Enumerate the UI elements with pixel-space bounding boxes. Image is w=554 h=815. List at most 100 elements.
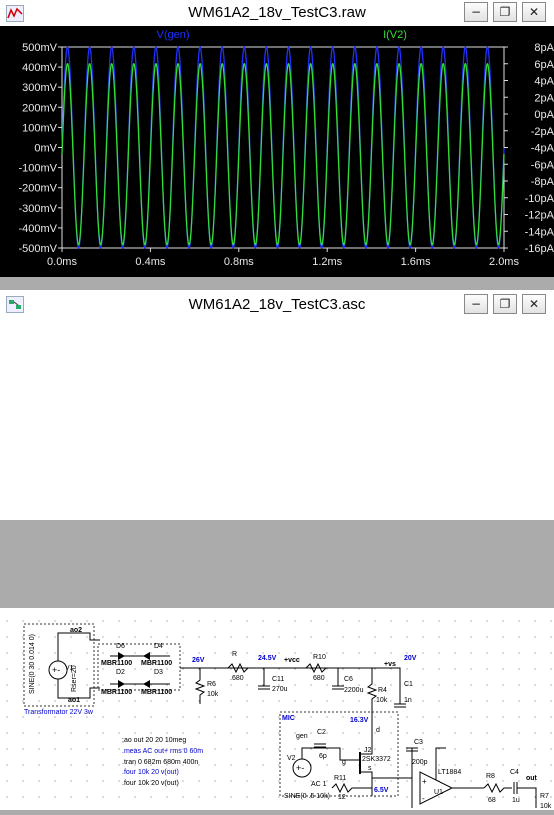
waveform-plot-area[interactable]: 500mV 400mV 300mV 200mV 100mV 0mV -100mV -200mV… — [0, 26, 554, 277]
x-tick-label: 0.8ms — [224, 256, 254, 268]
close-button[interactable]: ✕ — [522, 2, 546, 22]
v2-plus-minus: +- — [296, 763, 304, 773]
c2-value: 6p — [319, 753, 327, 760]
v1-value: SINE(0 30 0.014 0) — [29, 634, 36, 694]
x-tick-label: 2.0ms — [489, 256, 519, 268]
y-left-tick-label: -300mV — [18, 203, 57, 215]
y-left-tick-label: 500mV — [22, 42, 58, 54]
opamp-minus: - — [422, 794, 425, 803]
y-right-tick-label: -12pA — [525, 210, 554, 222]
y-right-tick-label: 8pA — [534, 42, 554, 54]
minimize-icon: − — [470, 297, 482, 311]
schematic-window-titlebar[interactable]: WM61A2_18v_TestC3.asc − ❐ ✕ — [0, 290, 554, 318]
c6-value: 2200u — [344, 687, 364, 694]
y-right-tick-label: -8pA — [531, 176, 554, 188]
jfet-drain: d — [376, 727, 380, 734]
x-tick-label: 1.6ms — [401, 256, 431, 268]
y-left-tick-label: 300mV — [22, 82, 58, 94]
y-left-tick-label: -400mV — [18, 223, 57, 235]
c1-name: C1 — [404, 681, 413, 688]
diode-d4-symbol[interactable] — [143, 652, 150, 660]
directive-0[interactable]: ;ao out 20 20 10meg — [122, 737, 186, 744]
directive-3[interactable]: .four 10k 20 v(out) — [122, 769, 179, 776]
r11-value: 12 — [338, 794, 346, 801]
minimize-button[interactable]: − — [464, 2, 488, 22]
r11-symbol[interactable] — [331, 782, 372, 794]
r8-symbol[interactable] — [483, 782, 512, 794]
restore-icon: ❐ — [499, 297, 511, 311]
v2-sine: SINE(0 .5 10k) — [284, 793, 330, 800]
net-16v3: 16.3V — [350, 717, 369, 724]
net-24v5: 24.5V — [258, 655, 277, 662]
r-name: R — [232, 651, 237, 658]
x-tick-label: 0.4ms — [135, 256, 165, 268]
d4-name: D4 — [154, 643, 163, 650]
wire — [517, 787, 537, 808]
schematic-drawing[interactable]: +- V1 SINE(0 30 0.014 0) Rser=20 ao2 ao1… — [0, 608, 554, 810]
y-right-tick-label: -6pA — [531, 159, 554, 171]
y-left-tick-label: -500mV — [18, 243, 57, 255]
v1-rser: Rser=20 — [71, 665, 78, 692]
schematic-canvas[interactable]: +- V1 SINE(0 30 0.014 0) Rser=20 ao2 ao1… — [0, 608, 554, 810]
y-right-tick-label: -2pA — [531, 126, 554, 138]
r8-value: 68 — [488, 797, 496, 804]
net-g: g — [342, 759, 346, 766]
c4-value: 1u — [512, 797, 520, 804]
y-left-tick-label: -100mV — [18, 163, 57, 175]
r7-name: R7 — [540, 793, 549, 800]
c11-name: C11 — [272, 676, 284, 683]
r11-name: R11 — [334, 775, 346, 782]
directive-1[interactable]: .meas AC out+ rms 0 60m — [122, 748, 203, 755]
plot-window: WM61A2_18v_TestC3.raw − ❐ ✕ 500mV 400mV 30… — [0, 0, 554, 277]
net-26v: 26V — [192, 657, 205, 664]
diode-d6-symbol[interactable] — [118, 652, 125, 660]
opamp-plus: + — [422, 777, 427, 786]
net-s: s — [368, 765, 372, 772]
c4-name: C4 — [510, 769, 519, 776]
transformer-caption: Transformator 22V 3w — [24, 709, 94, 716]
close-icon: ✕ — [528, 5, 540, 19]
c11-value: 270u — [272, 686, 288, 693]
y-right-tick-label: 2pA — [534, 92, 554, 104]
c3-name: C3 — [414, 739, 423, 746]
d6-name: D6 — [116, 643, 125, 650]
r-value: .680 — [230, 675, 244, 682]
r10-value: 680 — [313, 675, 325, 682]
bridge-box — [97, 643, 181, 691]
y-right-tick-label: 4pA — [534, 76, 554, 88]
diode-d3-symbol[interactable] — [143, 680, 150, 688]
r6-symbol[interactable] — [194, 668, 206, 704]
schematic-minimize-button[interactable]: − — [464, 294, 488, 314]
r6-name: R6 — [207, 681, 216, 688]
r4-symbol[interactable] — [366, 668, 378, 712]
series-line-1 — [61, 62, 505, 246]
mic-box — [279, 711, 399, 797]
directive-2[interactable]: .tran 0 682m 680m 400n — [122, 759, 198, 766]
jfet-part: 2SK3372 — [362, 756, 391, 763]
y-left-tick-label: 200mV — [22, 102, 58, 114]
mic-label: MIC — [282, 715, 295, 722]
y-right-tick-label: -16pA — [525, 243, 554, 255]
plot-window-titlebar[interactable]: WM61A2_18v_TestC3.raw − ❐ ✕ — [0, 0, 554, 26]
d3-part: MBR1100 — [141, 689, 172, 696]
net-gen: gen — [296, 733, 308, 740]
legend-vgen: V(gen) — [156, 29, 189, 41]
y-right-tick-label: 6pA — [534, 59, 554, 71]
wire — [372, 748, 413, 779]
schematic-close-button[interactable]: ✕ — [522, 294, 546, 314]
schematic-restore-button[interactable]: ❐ — [493, 294, 517, 314]
diode-d2-symbol[interactable] — [118, 680, 125, 688]
y-right-tick-label: -4pA — [531, 143, 554, 155]
close-icon: ✕ — [528, 297, 540, 311]
directive-4[interactable]: .four 10k 20 v(out) — [122, 780, 179, 787]
restore-button[interactable]: ❐ — [493, 2, 517, 22]
waveform-chart[interactable]: 500mV 400mV 300mV 200mV 100mV 0mV -100mV -200mV… — [0, 26, 554, 277]
y-left-tick-label: 100mV — [22, 122, 58, 134]
y-right-tick-label: 0pA — [534, 109, 554, 121]
r10-name: R10 — [313, 654, 326, 661]
legend-iv2: I(V2) — [383, 29, 407, 41]
d3-name: D3 — [154, 669, 163, 676]
y-left-tick-label: -200mV — [18, 183, 57, 195]
restore-icon: ❐ — [499, 5, 511, 19]
net-20v: 20V — [404, 655, 417, 662]
